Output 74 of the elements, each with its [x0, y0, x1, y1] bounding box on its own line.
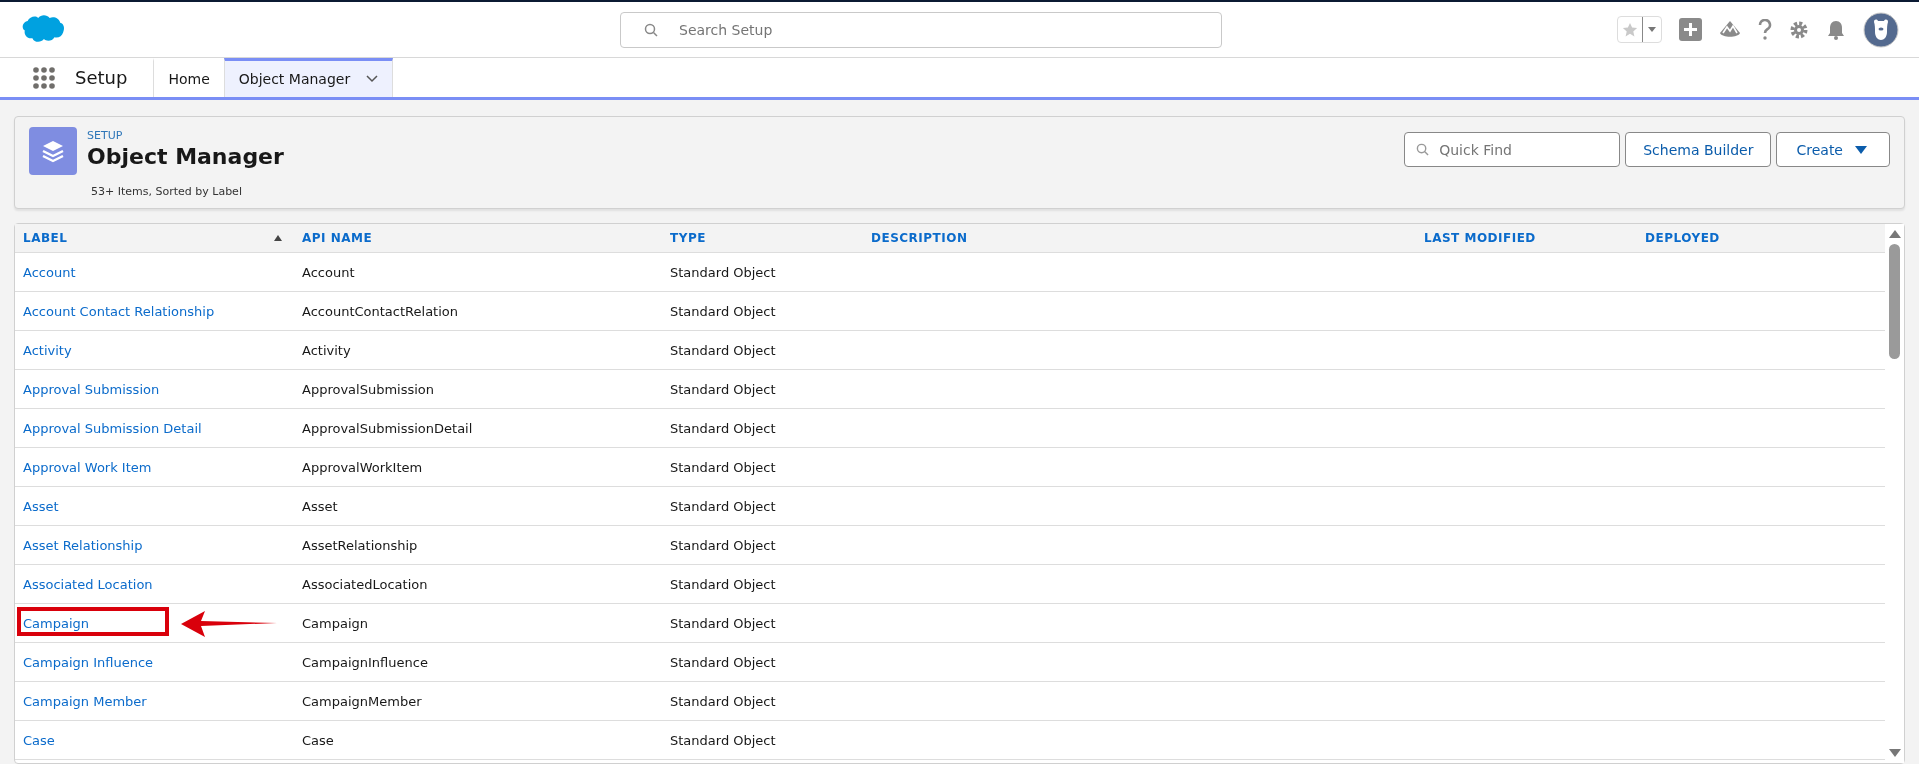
table-cell: Account: [302, 264, 355, 280]
scroll-up-icon[interactable]: [1888, 230, 1901, 238]
search-icon: [1416, 143, 1430, 156]
column-header[interactable]: LAST MODIFIED: [1424, 231, 1536, 245]
table-cell: Standard Object: [670, 498, 776, 514]
column-header[interactable]: DESCRIPTION: [871, 231, 968, 245]
table-cell: Asset: [302, 498, 338, 514]
table-cell: Standard Object: [670, 537, 776, 553]
page-title: Object Manager: [87, 144, 284, 169]
table-cell: AccountContactRelation: [302, 303, 458, 319]
scroll-down-icon[interactable]: [1888, 749, 1901, 757]
table-cell: CampaignMember: [302, 693, 422, 709]
object-link[interactable]: Approval Work Item: [23, 459, 152, 475]
object-link[interactable]: Activity: [23, 342, 72, 358]
object-link[interactable]: Approval Submission Detail: [23, 420, 202, 436]
table-cell: Standard Object: [670, 342, 776, 358]
nav-tab[interactable]: Object Manager: [223, 58, 394, 97]
mountain-icon[interactable]: [1719, 19, 1741, 40]
object-link[interactable]: Campaign Influence: [23, 654, 154, 670]
table-cell: Standard Object: [670, 264, 776, 280]
object-link[interactable]: Asset: [23, 498, 59, 514]
object-link[interactable]: Campaign Member: [23, 693, 147, 709]
column-header[interactable]: DEPLOYED: [1645, 231, 1720, 245]
item-count: 53+ Items, Sorted by Label: [91, 185, 243, 198]
table-cell: Standard Object: [670, 459, 776, 475]
table-cell: Standard Object: [670, 693, 776, 709]
object-link[interactable]: Approval Submission: [23, 381, 160, 397]
settings-icon[interactable]: [1789, 19, 1809, 40]
table-cell: AssociatedLocation: [302, 576, 428, 592]
object-link[interactable]: Account Contact Relationship: [23, 303, 215, 319]
table-cell: AssetRelationship: [302, 537, 418, 553]
favorites-button[interactable]: [1617, 16, 1662, 44]
search-field[interactable]: Search Setup: [620, 12, 1222, 48]
column-header[interactable]: LABEL: [23, 231, 68, 245]
layers-icon: [29, 127, 77, 175]
table-cell: Standard Object: [670, 420, 776, 436]
column-header[interactable]: API NAME: [302, 231, 373, 245]
scrollbar-thumb[interactable]: [1889, 244, 1900, 359]
caret-down-icon: [1855, 145, 1867, 154]
table-cell: Standard Object: [670, 615, 776, 631]
star-icon: [1622, 21, 1638, 38]
help-icon[interactable]: [1758, 18, 1772, 41]
table-cell: Case: [302, 732, 334, 748]
chevron-down-icon[interactable]: [366, 75, 379, 84]
quick-find-field[interactable]: Quick Find: [1404, 132, 1621, 167]
table-cell: Standard Object: [670, 576, 776, 592]
table-cell: ApprovalWorkItem: [302, 459, 423, 475]
table-cell: Standard Object: [670, 732, 776, 748]
caret-icon[interactable]: [1647, 26, 1657, 33]
object-link[interactable]: Asset Relationship: [23, 537, 143, 553]
table-cell: Campaign: [302, 615, 369, 631]
table-cell: Standard Object: [670, 381, 776, 397]
table-cell: ApprovalSubmission: [302, 381, 435, 397]
header-button[interactable]: Schema Builder: [1625, 132, 1772, 167]
breadcrumb: SETUP: [87, 129, 124, 142]
table-cell: CampaignInfluence: [302, 654, 428, 670]
table-cell: ApprovalSubmissionDetail: [302, 420, 473, 436]
table-cell: Activity: [302, 342, 351, 358]
search-icon: [644, 23, 658, 37]
object-link[interactable]: Associated Location: [23, 576, 153, 592]
sort-arrow-icon[interactable]: [274, 235, 282, 241]
header-button[interactable]: Create: [1776, 132, 1890, 167]
app-name: Setup: [75, 67, 128, 89]
table-cell: Standard Object: [670, 303, 776, 319]
avatar-icon[interactable]: [1863, 11, 1899, 48]
app-launcher-icon[interactable]: [33, 66, 55, 89]
object-link[interactable]: Account: [23, 264, 76, 280]
column-header[interactable]: TYPE: [670, 231, 706, 245]
bell-icon[interactable]: [1826, 19, 1846, 40]
table-cell: Standard Object: [670, 654, 776, 670]
add-icon[interactable]: [1679, 18, 1702, 42]
object-link[interactable]: Campaign: [23, 615, 90, 631]
nav-tab[interactable]: Home: [153, 58, 224, 97]
object-link[interactable]: Case: [23, 732, 55, 748]
